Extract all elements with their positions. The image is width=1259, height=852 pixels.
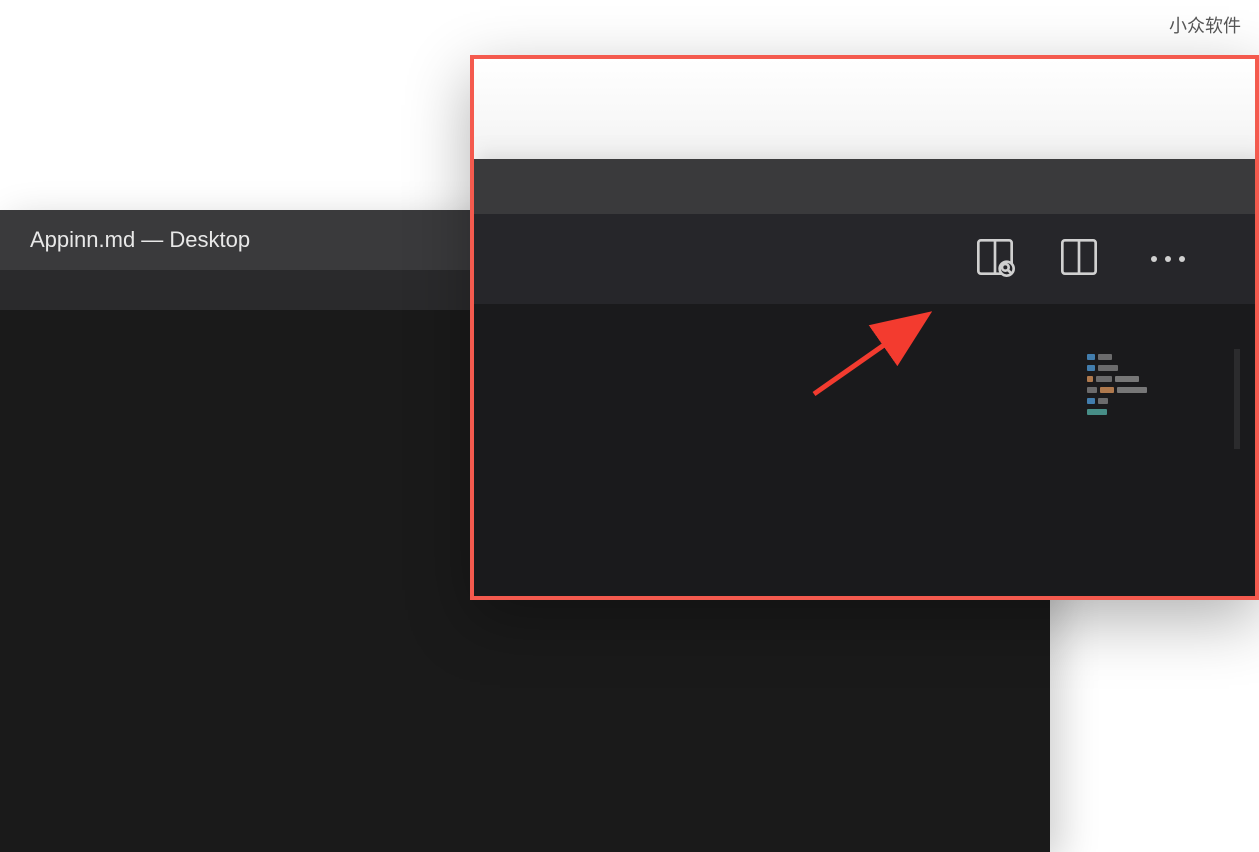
more-actions-button[interactable] bbox=[1141, 246, 1195, 272]
inset-background bbox=[474, 59, 1255, 596]
watermark-text: 小众软件 bbox=[1169, 12, 1241, 38]
editor-window-zoom bbox=[474, 159, 1259, 596]
open-preview-to-side-icon bbox=[975, 237, 1015, 282]
window-title: Appinn.md — Desktop bbox=[30, 227, 250, 253]
split-editor-icon bbox=[1059, 237, 1099, 282]
dot-icon bbox=[1179, 256, 1185, 262]
dot-icon bbox=[1151, 256, 1157, 262]
editor-body-zoom bbox=[474, 304, 1259, 596]
dot-icon bbox=[1165, 256, 1171, 262]
open-preview-to-side-button[interactable] bbox=[973, 237, 1017, 281]
tab-actions-bar bbox=[474, 214, 1259, 304]
highlight-frame bbox=[470, 55, 1259, 600]
minimap[interactable] bbox=[1087, 354, 1227, 434]
split-editor-button[interactable] bbox=[1057, 237, 1101, 281]
minimap-scrollbar[interactable] bbox=[1234, 349, 1240, 449]
window-titlebar-zoom bbox=[474, 159, 1259, 214]
